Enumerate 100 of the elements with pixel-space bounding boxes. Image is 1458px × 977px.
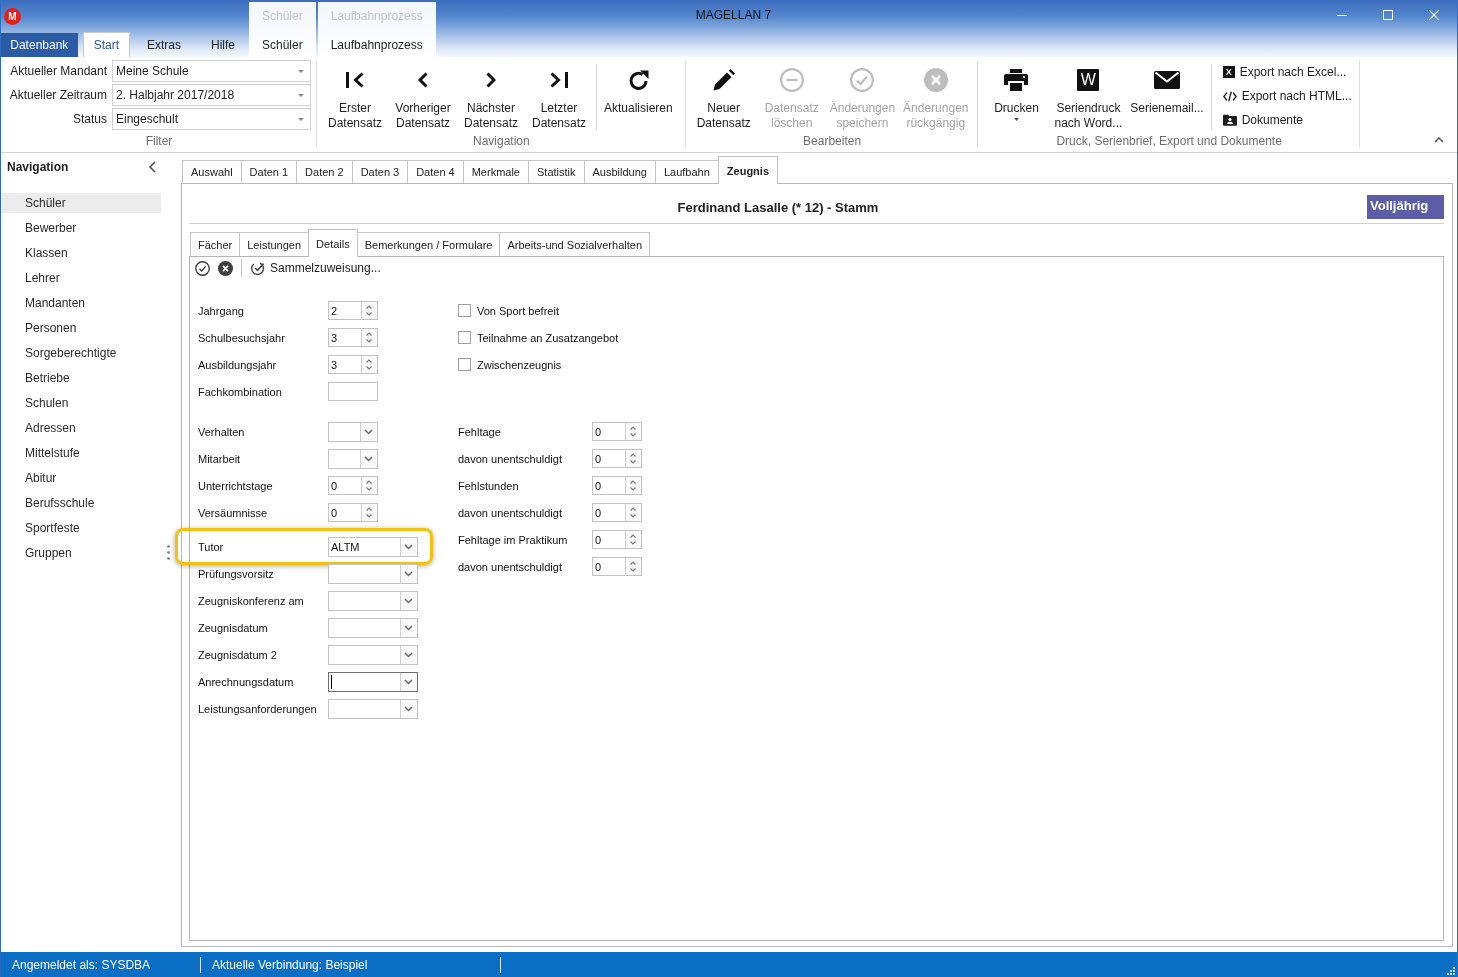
chevron-left-icon[interactable] — [149, 161, 156, 173]
dropdown-field[interactable] — [328, 671, 418, 692]
spin-arrows-icon[interactable] — [361, 477, 377, 494]
checkbox[interactable] — [458, 331, 471, 344]
grip-icon[interactable] — [167, 545, 170, 560]
dropdown-field[interactable]: Eingeschult — [112, 108, 311, 130]
spin-field[interactable]: 0 — [592, 503, 642, 522]
spin-arrows-icon[interactable] — [625, 477, 641, 494]
spin-field[interactable]: 0 — [592, 422, 642, 441]
nav-item[interactable]: Sorgeberechtigte — [1, 343, 161, 363]
text-field[interactable] — [328, 382, 378, 401]
nav-item[interactable]: Mittelstufe — [1, 443, 161, 463]
x-circle-icon[interactable] — [218, 260, 233, 276]
chevron-down-icon[interactable] — [400, 618, 417, 637]
dropdown-field[interactable] — [328, 644, 418, 665]
ribbon-button[interactable]: Drucken — [982, 57, 1051, 133]
chevron-down-icon[interactable] — [360, 449, 377, 468]
chevron-up-icon[interactable] — [1434, 137, 1444, 143]
spin-arrows-icon[interactable] — [361, 504, 377, 521]
nav-item[interactable]: Abitur — [1, 468, 161, 488]
chevron-down-icon[interactable] — [400, 564, 417, 583]
record-tab[interactable]: Zeugnis — [717, 156, 778, 184]
spin-arrows-icon[interactable] — [625, 450, 641, 467]
spin-field[interactable]: 3 — [328, 355, 378, 374]
spin-field[interactable]: 0 — [592, 449, 642, 468]
sub-tab[interactable]: Arbeits-und Sozialverhalten — [499, 232, 650, 256]
spin-field[interactable]: 0 — [592, 476, 642, 495]
ribbon-tab[interactable]: Laufbahnprozess — [317, 31, 436, 57]
ribbon-button[interactable]: X Export nach Excel... — [1218, 61, 1356, 83]
assign-button[interactable]: Sammelzuweisung... — [250, 260, 381, 276]
minimize-icon[interactable] — [1337, 14, 1347, 16]
ribbon-button[interactable]: Erster Datensatz — [321, 57, 389, 133]
nav-item[interactable]: Schüler — [1, 193, 161, 213]
chevron-down-icon[interactable] — [360, 422, 377, 441]
ribbon-button[interactable]: Aktualisieren — [600, 57, 677, 133]
checkbox-label[interactable]: Von Sport befreit — [477, 304, 559, 317]
dropdown-field[interactable]: 2. Halbjahr 2017/2018 — [112, 84, 311, 106]
nav-item[interactable]: Sportfeste — [1, 518, 161, 538]
spin-field[interactable]: 3 — [328, 328, 378, 347]
checkbox-label[interactable]: Zwischenzeugnis — [477, 358, 562, 371]
spin-arrows-icon[interactable] — [361, 356, 377, 373]
chevron-down-icon[interactable] — [400, 537, 417, 556]
close-icon[interactable] — [1429, 10, 1439, 20]
spin-field[interactable]: 0 — [592, 530, 642, 549]
dropdown-field[interactable] — [328, 698, 418, 719]
spin-arrows-icon[interactable] — [625, 558, 641, 575]
dropdown-field[interactable] — [328, 563, 418, 584]
checkbox[interactable] — [458, 358, 471, 371]
spin-arrows-icon[interactable] — [361, 329, 377, 346]
ribbon-button[interactable]: Dokumente — [1218, 109, 1356, 131]
chevron-down-icon[interactable] — [400, 699, 417, 718]
spin-field[interactable]: 0 — [328, 476, 378, 495]
maximize-icon[interactable] — [1383, 10, 1393, 20]
ribbon-button[interactable]: Nächster Datensatz — [457, 57, 525, 133]
ribbon-button[interactable]: Vorheriger Datensatz — [389, 57, 457, 133]
ribbon-button[interactable]: Export nach HTML... — [1218, 85, 1356, 107]
nav-item[interactable]: Adressen — [1, 418, 161, 438]
spin-field[interactable]: 0 — [592, 557, 642, 576]
chevron-down-icon[interactable] — [400, 591, 417, 610]
nav-item[interactable]: Gruppen — [1, 543, 161, 563]
ribbon-button[interactable]: Letzter Datensatz — [525, 57, 593, 133]
ribbon-tab[interactable]: Extras — [133, 32, 194, 57]
checkbox[interactable] — [458, 304, 471, 317]
sub-tab[interactable]: Fächer — [190, 232, 241, 256]
dropdown-field[interactable] — [328, 617, 418, 638]
spin-field[interactable]: 2 — [328, 301, 378, 320]
dropdown-field[interactable]: ALTM — [328, 536, 418, 557]
spin-field[interactable]: 0 — [328, 503, 378, 522]
ribbon-tab[interactable]: Hilfe — [198, 32, 248, 57]
ribbon-button[interactable]: Neuer Datensatz — [689, 57, 758, 133]
nav-item[interactable]: Klassen — [1, 243, 161, 263]
spin-arrows-icon[interactable] — [625, 531, 641, 548]
spin-arrows-icon[interactable] — [361, 302, 377, 319]
dropdown-field[interactable] — [328, 421, 378, 442]
ribbon-tab[interactable]: Schüler — [249, 31, 316, 57]
caret-icon — [298, 117, 304, 121]
check-circle-icon[interactable] — [195, 260, 210, 276]
nav-item[interactable]: Berufsschule — [1, 493, 161, 513]
nav-item[interactable]: Lehrer — [1, 268, 161, 288]
nav-item[interactable]: Personen — [1, 318, 161, 338]
spin-arrows-icon[interactable] — [625, 423, 641, 440]
chevron-down-icon[interactable] — [400, 645, 417, 664]
dropdown-field[interactable]: Meine Schule — [112, 60, 311, 82]
nav-item[interactable]: Betriebe — [1, 368, 161, 388]
nav-item[interactable]: Mandanten — [1, 293, 161, 313]
resize-grip-icon[interactable] — [1447, 967, 1455, 975]
dropdown-field[interactable] — [328, 448, 378, 469]
dropdown-field[interactable] — [328, 590, 418, 611]
nav-item[interactable]: Bewerber — [1, 218, 161, 238]
ribbon-button[interactable]: Serienemail... — [1126, 57, 1208, 133]
spin-arrows-icon[interactable] — [625, 504, 641, 521]
record-tab[interactable]: Auswahl — [182, 160, 242, 183]
file-menu-button[interactable]: Datenbank — [1, 33, 78, 57]
sub-tab[interactable]: Details — [308, 229, 358, 257]
ribbon-tab[interactable]: Start — [82, 32, 130, 57]
chevron-down-icon[interactable] — [400, 672, 417, 691]
nav-item[interactable]: Schulen — [1, 393, 161, 413]
app-logo[interactable]: M — [4, 7, 21, 25]
checkbox-label[interactable]: Teilnahme an Zusatzangebot — [477, 331, 619, 344]
ribbon-button[interactable]: W Seriendruck nach Word... — [1050, 57, 1127, 133]
